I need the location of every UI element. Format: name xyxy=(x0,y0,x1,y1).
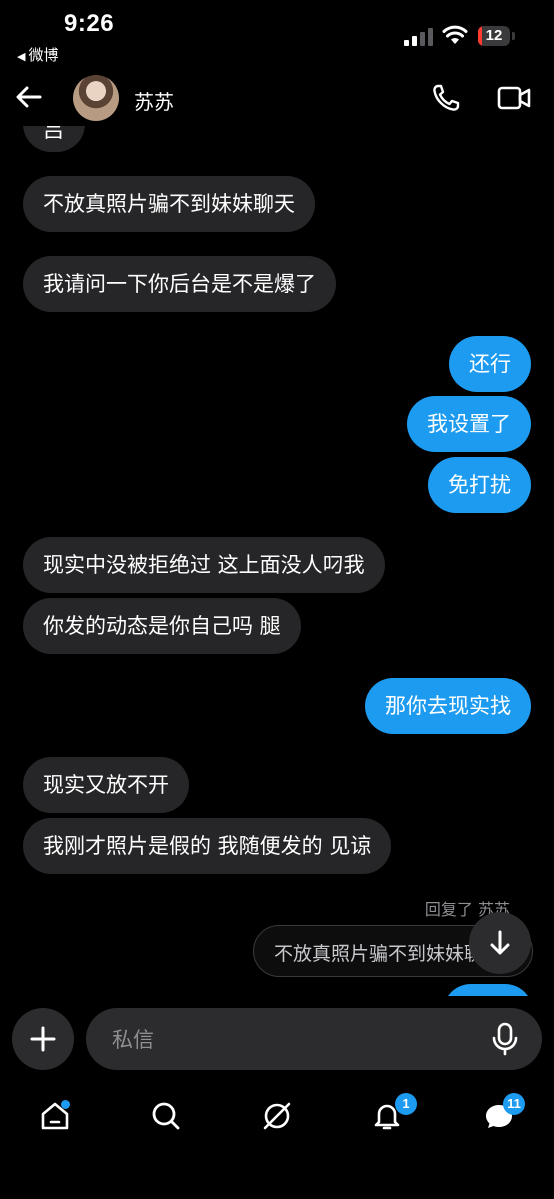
back-app-label: 微博 xyxy=(28,46,59,64)
avatar[interactable] xyxy=(73,75,119,121)
message-bubble-incoming[interactable]: 不放真照片骗不到妹妹聊天 xyxy=(23,176,315,232)
contact-name[interactable]: 苏苏 xyxy=(134,86,174,115)
battery-icon: 12 xyxy=(478,26,510,46)
chat-header: 苏苏 xyxy=(0,70,554,126)
message-list[interactable]: 吕 不放真照片骗不到妹妹聊天 我请问一下你后台是不是爆了 还行 我设置了 免打扰… xyxy=(0,126,554,996)
message-bubble-outgoing[interactable] xyxy=(443,984,533,996)
messages-badge: 11 xyxy=(503,1093,525,1115)
clock: 9:26 xyxy=(64,10,115,37)
tab-notifications[interactable]: 1 xyxy=(365,1093,417,1138)
bottom-tab-bar: 1 11 xyxy=(0,1080,554,1199)
microphone-icon[interactable] xyxy=(488,1022,522,1056)
wifi-icon xyxy=(442,25,468,44)
add-attachment-button[interactable] xyxy=(12,1008,74,1070)
message-composer xyxy=(86,1008,542,1072)
tab-search[interactable] xyxy=(144,1094,188,1138)
video-call-icon[interactable] xyxy=(496,82,532,114)
message-bubble-incoming[interactable]: 现实又放不开 xyxy=(23,757,189,813)
message-bubble-outgoing[interactable]: 我设置了 xyxy=(407,396,531,452)
back-arrow-icon[interactable] xyxy=(12,80,46,114)
notifications-badge: 1 xyxy=(395,1093,417,1115)
search-icon xyxy=(152,1102,180,1130)
tab-home[interactable] xyxy=(33,1094,77,1138)
message-bubble-outgoing[interactable]: 那你去现实找 xyxy=(365,678,531,734)
message-bubble-incoming[interactable]: 你发的动态是你自己吗 腿 xyxy=(23,598,301,654)
message-bubble-incoming[interactable]: 吕 xyxy=(23,126,85,152)
message-bubble-incoming[interactable]: 我刚才照片是假的 我随便发的 见谅 xyxy=(23,818,392,874)
back-triangle-icon: ◀ xyxy=(17,50,26,63)
cellular-signal-icon xyxy=(404,28,433,46)
discover-icon xyxy=(263,1102,291,1130)
battery-percentage: 12 xyxy=(485,27,503,44)
status-bar: 9:26 ◀ 微博 12 xyxy=(0,0,554,70)
tab-discover[interactable] xyxy=(255,1094,299,1138)
message-bubble-outgoing[interactable]: 免打扰 xyxy=(428,457,531,513)
message-bubble-incoming[interactable]: 现实中没被拒绝过 这上面没人叼我 xyxy=(23,537,385,593)
message-text: 吕 xyxy=(43,126,64,142)
phone-icon[interactable] xyxy=(430,82,462,114)
plus-icon xyxy=(30,1026,56,1052)
message-bubble-outgoing[interactable]: 还行 xyxy=(449,336,531,392)
tab-messages[interactable]: 11 xyxy=(477,1093,525,1138)
home-unread-dot xyxy=(61,1100,70,1109)
battery-cap xyxy=(512,32,515,40)
back-to-app-link[interactable]: ◀ 微博 xyxy=(17,44,58,65)
message-bubble-incoming[interactable]: 我请问一下你后台是不是爆了 xyxy=(23,256,336,312)
arrow-down-icon xyxy=(490,930,510,955)
message-input[interactable] xyxy=(110,1008,474,1072)
scroll-to-bottom-button[interactable] xyxy=(469,912,531,974)
quoted-text: 不放真照片骗不到妹妹聊天 xyxy=(274,943,503,965)
